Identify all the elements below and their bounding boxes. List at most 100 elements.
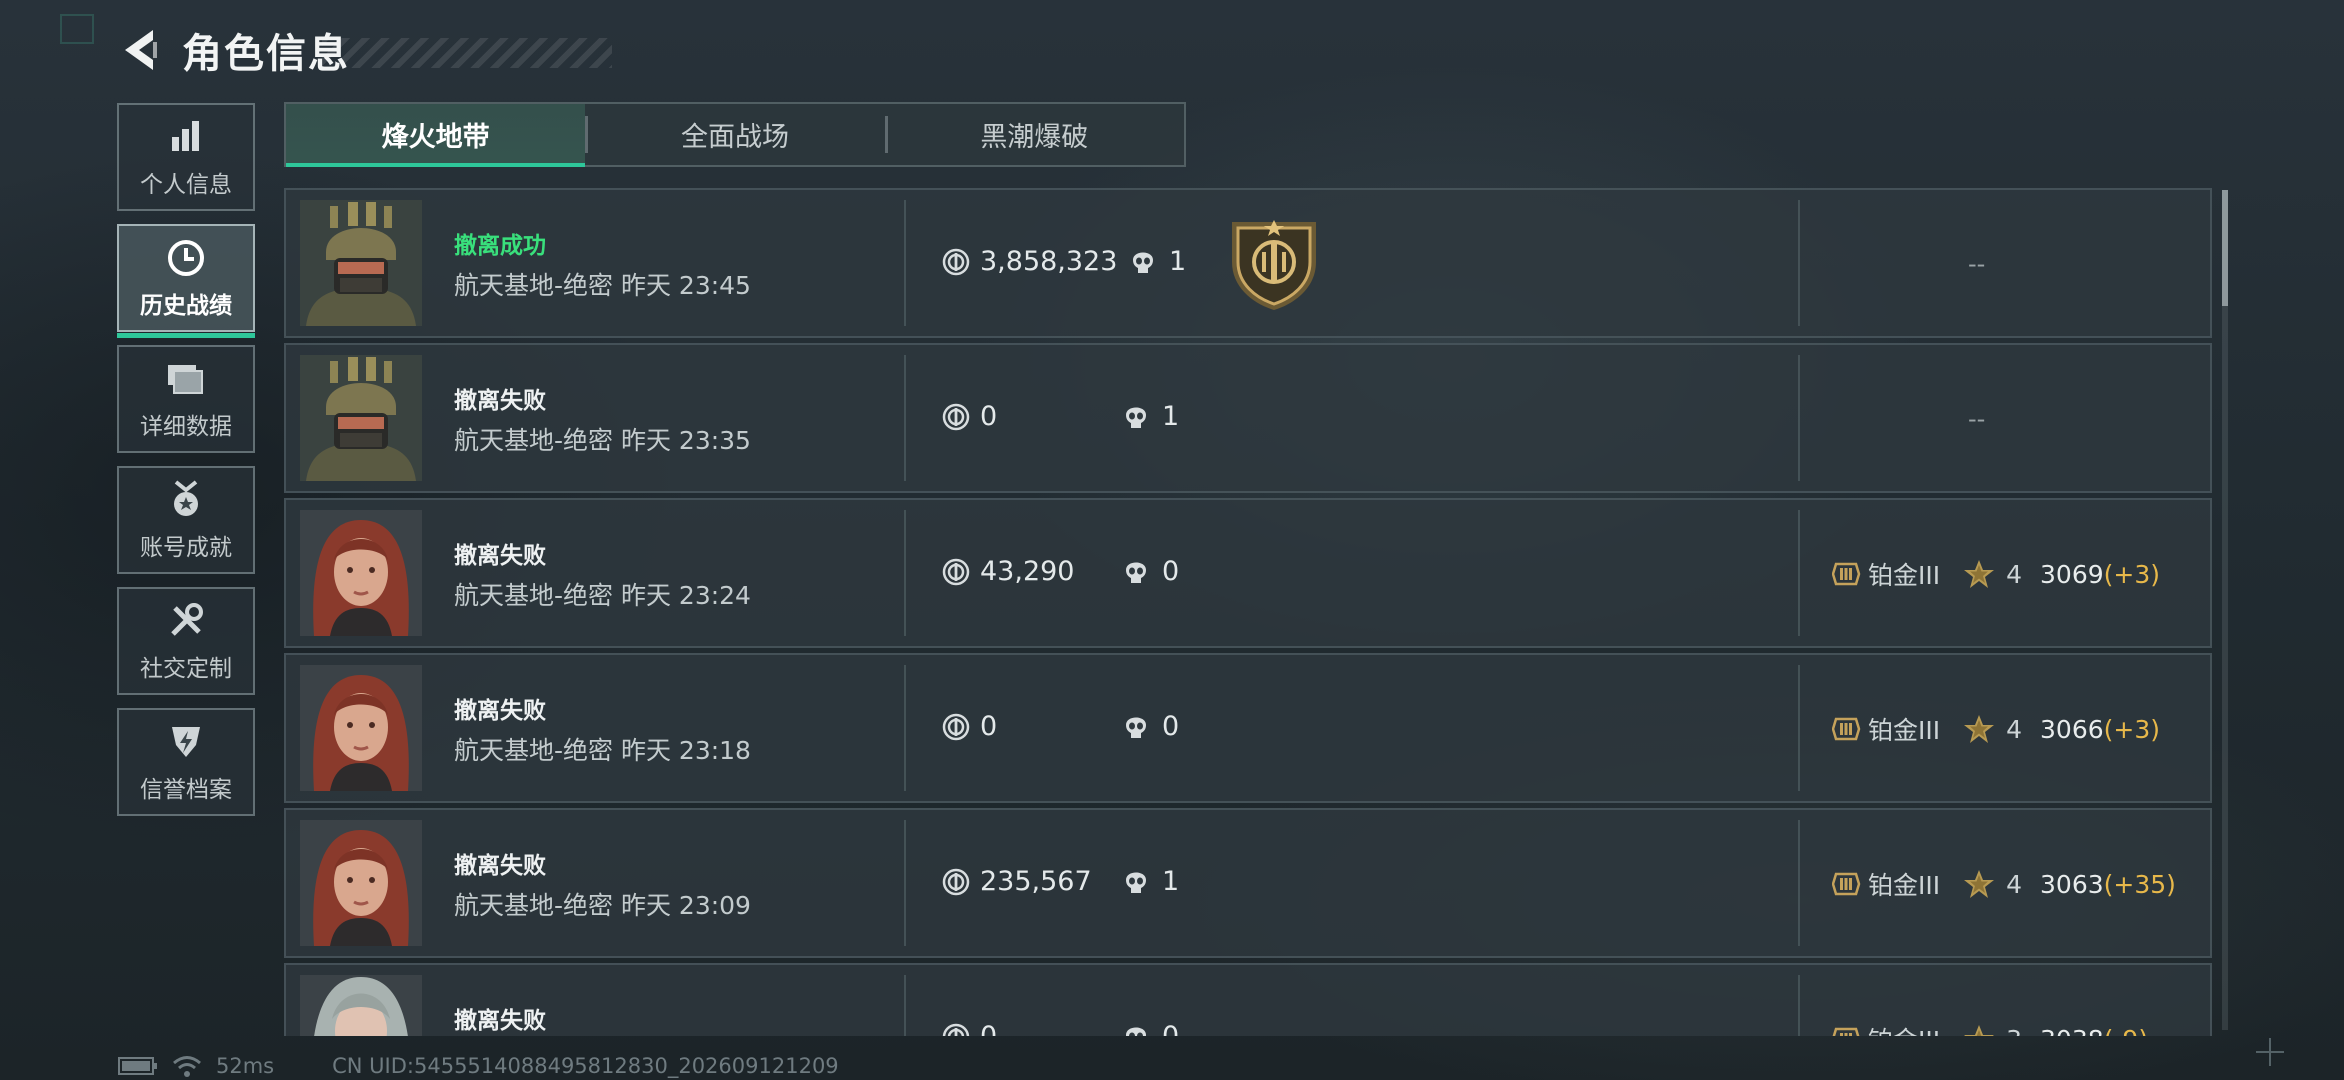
platinum-rank-icon bbox=[1832, 872, 1861, 896]
match-status: 撤离失败 bbox=[454, 543, 546, 569]
corner-plus-decoration bbox=[2256, 1038, 2284, 1066]
divider bbox=[1798, 665, 1800, 791]
back-arrow-icon bbox=[125, 30, 157, 70]
shield-bolt-icon bbox=[164, 720, 208, 764]
page-title: 角色信息 bbox=[182, 31, 350, 77]
platinum-rank-icon bbox=[1832, 1027, 1861, 1036]
coin-icon bbox=[942, 868, 970, 895]
medal-icon bbox=[164, 478, 208, 522]
money-stat: 235,567 bbox=[942, 866, 1092, 897]
coin-icon bbox=[942, 1023, 970, 1036]
rank-name: 铂金III bbox=[1868, 871, 1941, 900]
money-stat: 0 bbox=[942, 1021, 997, 1036]
divider bbox=[1798, 510, 1800, 636]
sidebar-item-personal-info[interactable]: 个人信息 bbox=[117, 103, 255, 211]
coin-icon bbox=[942, 403, 970, 430]
kills-value: 1 bbox=[1169, 246, 1187, 277]
kills-value: 1 bbox=[1162, 401, 1180, 432]
sidebar-item-social-custom[interactable]: 社交定制 bbox=[117, 587, 255, 695]
match-row[interactable]: 撤离失败 航天基地-绝密 昨天 23:09 235,567 1 铂金III 4 … bbox=[284, 808, 2212, 958]
match-row[interactable]: 撤离成功 航天基地-绝密 昨天 23:45 3,858,323 1 -- bbox=[284, 188, 2212, 338]
platinum-rank-icon bbox=[1832, 562, 1861, 586]
star-icon bbox=[1964, 560, 1995, 588]
match-row[interactable]: 撤离失败 0 0 铂金III 3 3038 (-9) bbox=[284, 963, 2212, 1036]
money-value: 3,858,323 bbox=[980, 246, 1118, 277]
kills-value: 0 bbox=[1162, 556, 1180, 587]
title-stripes-decoration bbox=[322, 38, 612, 68]
divider bbox=[1798, 975, 1800, 1036]
bar-chart-icon bbox=[164, 115, 208, 159]
status-bar: 52ms CN UID:5455514088495812830_20260912… bbox=[118, 1054, 839, 1078]
sidebar-item-history[interactable]: 历史战绩 bbox=[117, 224, 255, 338]
mode-tabs: 烽火地带 全面战场 黑潮爆破 bbox=[284, 102, 1186, 167]
rank-info: 铂金III 4 3066 (+3) bbox=[1832, 711, 2160, 747]
match-map-time: 航天基地-绝密 昨天 23:18 bbox=[454, 736, 751, 765]
divider bbox=[1798, 355, 1800, 481]
scrollbar-thumb[interactable] bbox=[2222, 190, 2228, 306]
wifi-icon bbox=[173, 1056, 201, 1077]
match-row[interactable]: 撤离失败 航天基地-绝密 昨天 23:18 0 0 铂金III 4 3066 (… bbox=[284, 653, 2212, 803]
kills-stat: 1 bbox=[1129, 246, 1186, 277]
match-row[interactable]: 撤离失败 航天基地-绝密 昨天 23:35 0 1 -- bbox=[284, 343, 2212, 493]
rank-placeholder: -- bbox=[1968, 405, 1986, 433]
match-row[interactable]: 撤离失败 航天基地-绝密 昨天 23:24 43,290 0 铂金III 4 3… bbox=[284, 498, 2212, 648]
sidebar-item-label: 详细数据 bbox=[140, 414, 232, 440]
sidebar-item-achievements[interactable]: 账号成就 bbox=[117, 466, 255, 574]
sidebar-item-label: 历史战绩 bbox=[140, 293, 232, 319]
sidebar-item-credit-profile[interactable]: 信誉档案 bbox=[117, 708, 255, 816]
red-hair-avatar bbox=[300, 510, 422, 636]
kills-stat: 1 bbox=[1122, 866, 1179, 897]
kills-value: 0 bbox=[1162, 1021, 1179, 1036]
tab-beacon-zone[interactable]: 烽火地带 bbox=[286, 104, 586, 167]
rank-score: 3038 bbox=[2040, 1025, 2104, 1037]
kills-stat: 1 bbox=[1122, 401, 1179, 432]
money-value: 0 bbox=[980, 711, 998, 742]
kills-stat: 0 bbox=[1122, 711, 1179, 742]
money-value: 235,567 bbox=[980, 866, 1092, 897]
rank-name: 铂金III bbox=[1868, 716, 1941, 745]
money-value: 0 bbox=[980, 1021, 997, 1036]
list-scrollbar[interactable] bbox=[2222, 190, 2228, 1030]
match-status: 撤离失败 bbox=[454, 698, 546, 724]
sidebar-item-detailed-data[interactable]: 详细数据 bbox=[117, 345, 255, 453]
match-map-time: 航天基地-绝密 昨天 23:24 bbox=[454, 581, 751, 610]
tab-full-battlefield[interactable]: 全面战场 bbox=[585, 104, 884, 165]
rank-score: 3063 bbox=[2040, 869, 2104, 899]
star-count: 3 bbox=[2006, 1025, 2022, 1037]
money-value: 0 bbox=[980, 401, 998, 432]
rank-name: 铂金III bbox=[1868, 561, 1941, 590]
coin-icon bbox=[942, 558, 970, 585]
coin-icon bbox=[942, 713, 970, 740]
silver-hair-avatar bbox=[300, 975, 422, 1036]
star-count: 4 bbox=[2006, 714, 2023, 744]
skull-icon bbox=[1126, 562, 1146, 583]
money-stat: 0 bbox=[942, 401, 997, 432]
rank-info: 铂金III 4 3069 (+3) bbox=[1832, 556, 2160, 592]
sidebar-item-label: 信誉档案 bbox=[140, 777, 232, 803]
money-stat: 3,858,323 bbox=[942, 246, 1117, 277]
match-status: 撤离成功 bbox=[454, 233, 546, 259]
page-header: 角色信息 bbox=[116, 18, 612, 82]
rank-delta: (+3) bbox=[2103, 559, 2161, 589]
skull-icon bbox=[1126, 407, 1146, 428]
divider bbox=[904, 975, 906, 1036]
rank-placeholder: -- bbox=[1968, 250, 1986, 278]
rank-score: 3069 bbox=[2040, 559, 2104, 589]
match-status: 撤离失败 bbox=[454, 853, 546, 879]
divider bbox=[1798, 820, 1800, 946]
kills-value: 1 bbox=[1162, 866, 1180, 897]
back-button[interactable] bbox=[116, 23, 162, 77]
battery-icon bbox=[118, 1057, 157, 1075]
tab-black-tide[interactable]: 黑潮爆破 bbox=[884, 104, 1184, 165]
divider bbox=[904, 820, 906, 946]
gold-shield-badge-icon bbox=[1228, 218, 1320, 312]
divider bbox=[1798, 200, 1800, 326]
red-hair-avatar bbox=[300, 665, 422, 791]
money-value: 43,290 bbox=[980, 556, 1075, 587]
coin-icon bbox=[942, 248, 970, 275]
platinum-rank-icon bbox=[1832, 717, 1861, 741]
rank-delta: (-9) bbox=[2104, 1025, 2148, 1037]
skull-icon bbox=[1126, 1027, 1146, 1036]
divider bbox=[904, 200, 906, 326]
star-count: 4 bbox=[2006, 559, 2023, 589]
